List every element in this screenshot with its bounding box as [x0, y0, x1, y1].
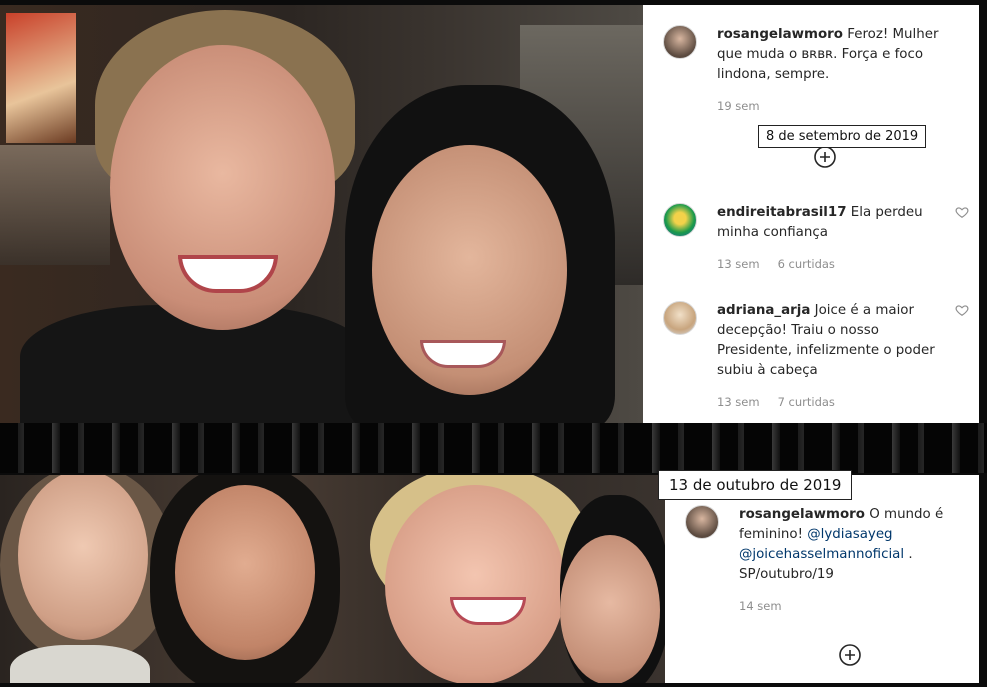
comment-1: rosangelawmoro Feroz! Mulher que muda o … — [663, 25, 949, 113]
woman-1-face — [18, 475, 148, 640]
username-link[interactable]: rosangelawmoro — [739, 507, 865, 522]
avatar[interactable] — [663, 301, 697, 335]
comment-3: adriana_arja Joice é a maior decepção! T… — [663, 301, 969, 409]
bottom-post-photo — [0, 475, 665, 683]
comment-meta: 13 sem 7 curtidas — [717, 395, 949, 409]
username-link[interactable]: endireitabrasil17 — [717, 205, 847, 220]
avatar[interactable] — [663, 203, 697, 237]
plus-circle-icon[interactable] — [813, 145, 837, 169]
comment-time[interactable]: 14 sem — [739, 599, 782, 613]
comment-text: endireitabrasil17 Ela perdeu minha confi… — [717, 203, 949, 243]
mention-link[interactable]: @joicehasselmannoficial — [739, 547, 904, 562]
comment-meta: 14 sem — [739, 599, 969, 613]
avatar[interactable] — [685, 505, 719, 539]
heart-icon[interactable] — [955, 205, 969, 219]
comment-text: rosangelawmoro Feroz! Mulher que muda o … — [717, 25, 949, 85]
dark-divider-strip — [0, 423, 987, 473]
top-post-photo — [0, 5, 643, 423]
top-comments-panel: rosangelawmoro Feroz! Mulher que muda o … — [643, 5, 979, 423]
comment-bottom: rosangelawmoro O mundo é feminino! @lydi… — [685, 505, 969, 613]
woman-4-face — [560, 535, 660, 683]
wall-painting — [6, 13, 76, 143]
comment-meta: 19 sem — [717, 99, 949, 113]
avatar[interactable] — [663, 25, 697, 59]
bottom-comments-panel: rosangelawmoro O mundo é feminino! @lydi… — [665, 475, 979, 683]
likes-count[interactable]: 7 curtidas — [778, 395, 835, 409]
woman-2-face — [175, 485, 315, 660]
comment-time[interactable]: 19 sem — [717, 99, 760, 113]
date-label-top: 8 de setembro de 2019 — [758, 125, 927, 148]
comment-text: adriana_arja Joice é a maior decepção! T… — [717, 301, 949, 381]
comment-meta: 13 sem 6 curtidas — [717, 257, 949, 271]
woman-3-face — [385, 485, 565, 683]
username-link[interactable]: adriana_arja — [717, 303, 810, 318]
likes-count[interactable]: 6 curtidas — [778, 257, 835, 271]
woman-1-top — [10, 645, 150, 683]
comment-time[interactable]: 13 sem — [717, 395, 760, 409]
username-link[interactable]: rosangelawmoro — [717, 27, 843, 42]
heart-icon[interactable] — [955, 303, 969, 317]
comment-2: endireitabrasil17 Ela perdeu minha confi… — [663, 203, 969, 271]
comment-time[interactable]: 13 sem — [717, 257, 760, 271]
comment-text: rosangelawmoro O mundo é feminino! @lydi… — [739, 505, 969, 585]
plus-circle-icon[interactable] — [838, 643, 862, 667]
bar-shelf — [0, 145, 110, 265]
mention-link[interactable]: @lydiasayeg — [807, 527, 892, 542]
date-label-bottom: 13 de outubro de 2019 — [658, 470, 853, 500]
